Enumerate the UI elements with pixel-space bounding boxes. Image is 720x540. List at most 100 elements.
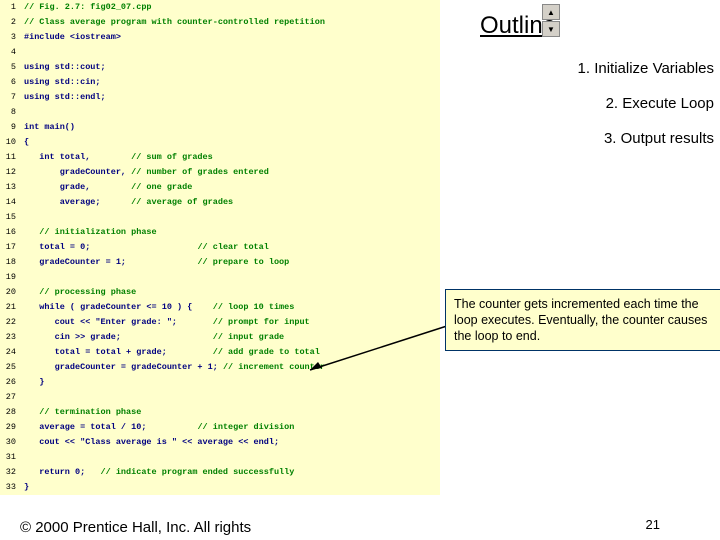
code-line: 19 xyxy=(0,270,440,285)
outline-item-3: 3. Output results xyxy=(440,130,714,147)
line-number: 29 xyxy=(0,420,20,435)
code-line: 11 int total, // sum of grades xyxy=(0,150,440,165)
code-text xyxy=(20,270,440,285)
line-number: 13 xyxy=(0,180,20,195)
line-number: 1 xyxy=(0,0,20,15)
code-text xyxy=(20,390,440,405)
code-line: 17 total = 0; // clear total xyxy=(0,240,440,255)
scroll-arrows: ▲ ▼ xyxy=(542,4,560,38)
code-text: // Fig. 2.7: fig02_07.cpp xyxy=(20,0,440,15)
code-text: total = 0; // clear total xyxy=(20,240,440,255)
code-line: 7using std::endl; xyxy=(0,90,440,105)
code-line: 10{ xyxy=(0,135,440,150)
code-text: return 0; // indicate program ended succ… xyxy=(20,465,440,480)
code-line: 28 // termination phase xyxy=(0,405,440,420)
line-number: 5 xyxy=(0,60,20,75)
line-number: 17 xyxy=(0,240,20,255)
code-line: 16 // initialization phase xyxy=(0,225,440,240)
code-line: 31 xyxy=(0,450,440,465)
code-line: 33} xyxy=(0,480,440,495)
code-text xyxy=(20,45,440,60)
line-number: 23 xyxy=(0,330,20,345)
line-number: 15 xyxy=(0,210,20,225)
code-line: 32 return 0; // indicate program ended s… xyxy=(0,465,440,480)
line-number: 31 xyxy=(0,450,20,465)
line-number: 16 xyxy=(0,225,20,240)
code-line: 6using std::cin; xyxy=(0,75,440,90)
code-line: 3#include <iostream> xyxy=(0,30,440,45)
code-text: int total, // sum of grades xyxy=(20,150,440,165)
line-number: 30 xyxy=(0,435,20,450)
line-number: 33 xyxy=(0,480,20,495)
line-number: 28 xyxy=(0,405,20,420)
line-number: 6 xyxy=(0,75,20,90)
code-text: { xyxy=(20,135,440,150)
code-text: // termination phase xyxy=(20,405,440,420)
line-number: 14 xyxy=(0,195,20,210)
code-line: 13 grade, // one grade xyxy=(0,180,440,195)
line-number: 2 xyxy=(0,15,20,30)
callout-text: The counter gets incremented each time t… xyxy=(454,297,707,343)
code-line: 14 average; // average of grades xyxy=(0,195,440,210)
code-line: 12 gradeCounter, // number of grades ent… xyxy=(0,165,440,180)
callout-arrow xyxy=(300,320,460,380)
code-text: #include <iostream> xyxy=(20,30,440,45)
line-number: 9 xyxy=(0,120,20,135)
code-text: average = total / 10; // integer divisio… xyxy=(20,420,440,435)
code-line: 27 xyxy=(0,390,440,405)
code-text: using std::cin; xyxy=(20,75,440,90)
code-listing: 1// Fig. 2.7: fig02_07.cpp2// Class aver… xyxy=(0,0,440,495)
outline-panel: ▲ ▼ Outline 1. Initialize Variables 2. E… xyxy=(440,0,720,165)
code-text: average; // average of grades xyxy=(20,195,440,210)
code-text xyxy=(20,105,440,120)
code-line: 8 xyxy=(0,105,440,120)
line-number: 25 xyxy=(0,360,20,375)
code-text: // Class average program with counter-co… xyxy=(20,15,440,30)
code-text: int main() xyxy=(20,120,440,135)
code-line: 4 xyxy=(0,45,440,60)
code-text: using std::endl; xyxy=(20,90,440,105)
line-number: 18 xyxy=(0,255,20,270)
code-line: 15 xyxy=(0,210,440,225)
code-text: grade, // one grade xyxy=(20,180,440,195)
code-text: } xyxy=(20,480,440,495)
code-line: 5using std::cout; xyxy=(0,60,440,75)
outline-item-2: 2. Execute Loop xyxy=(440,95,714,112)
line-number: 4 xyxy=(0,45,20,60)
callout-box: The counter gets incremented each time t… xyxy=(445,289,720,351)
code-line: 1// Fig. 2.7: fig02_07.cpp xyxy=(0,0,440,15)
scroll-down-button[interactable]: ▼ xyxy=(542,21,560,37)
code-text: cout << "Class average is " << average <… xyxy=(20,435,440,450)
code-line: 9int main() xyxy=(0,120,440,135)
code-text: gradeCounter = 1; // prepare to loop xyxy=(20,255,440,270)
line-number: 19 xyxy=(0,270,20,285)
scroll-up-button[interactable]: ▲ xyxy=(542,4,560,20)
outline-item-1: 1. Initialize Variables xyxy=(440,60,714,77)
code-text xyxy=(20,210,440,225)
code-line: 21 while ( gradeCounter <= 10 ) { // loo… xyxy=(0,300,440,315)
code-line: 20 // processing phase xyxy=(0,285,440,300)
code-line: 18 gradeCounter = 1; // prepare to loop xyxy=(0,255,440,270)
code-text: // initialization phase xyxy=(20,225,440,240)
line-number: 11 xyxy=(0,150,20,165)
line-number: 24 xyxy=(0,345,20,360)
line-number: 26 xyxy=(0,375,20,390)
line-number: 27 xyxy=(0,390,20,405)
line-number: 32 xyxy=(0,465,20,480)
line-number: 7 xyxy=(0,90,20,105)
code-line: 2// Class average program with counter-c… xyxy=(0,15,440,30)
code-text: // processing phase xyxy=(20,285,440,300)
line-number: 8 xyxy=(0,105,20,120)
line-number: 12 xyxy=(0,165,20,180)
outline-items: 1. Initialize Variables 2. Execute Loop … xyxy=(440,60,720,147)
line-number: 3 xyxy=(0,30,20,45)
code-line: 29 average = total / 10; // integer divi… xyxy=(0,420,440,435)
footer-copyright: © 2000 Prentice Hall, Inc. All rights xyxy=(20,519,251,536)
outline-title: Outline xyxy=(480,12,720,40)
line-number: 22 xyxy=(0,315,20,330)
line-number: 21 xyxy=(0,300,20,315)
code-text: while ( gradeCounter <= 10 ) { // loop 1… xyxy=(20,300,440,315)
code-line: 30 cout << "Class average is " << averag… xyxy=(0,435,440,450)
code-text: gradeCounter, // number of grades entere… xyxy=(20,165,440,180)
line-number: 10 xyxy=(0,135,20,150)
